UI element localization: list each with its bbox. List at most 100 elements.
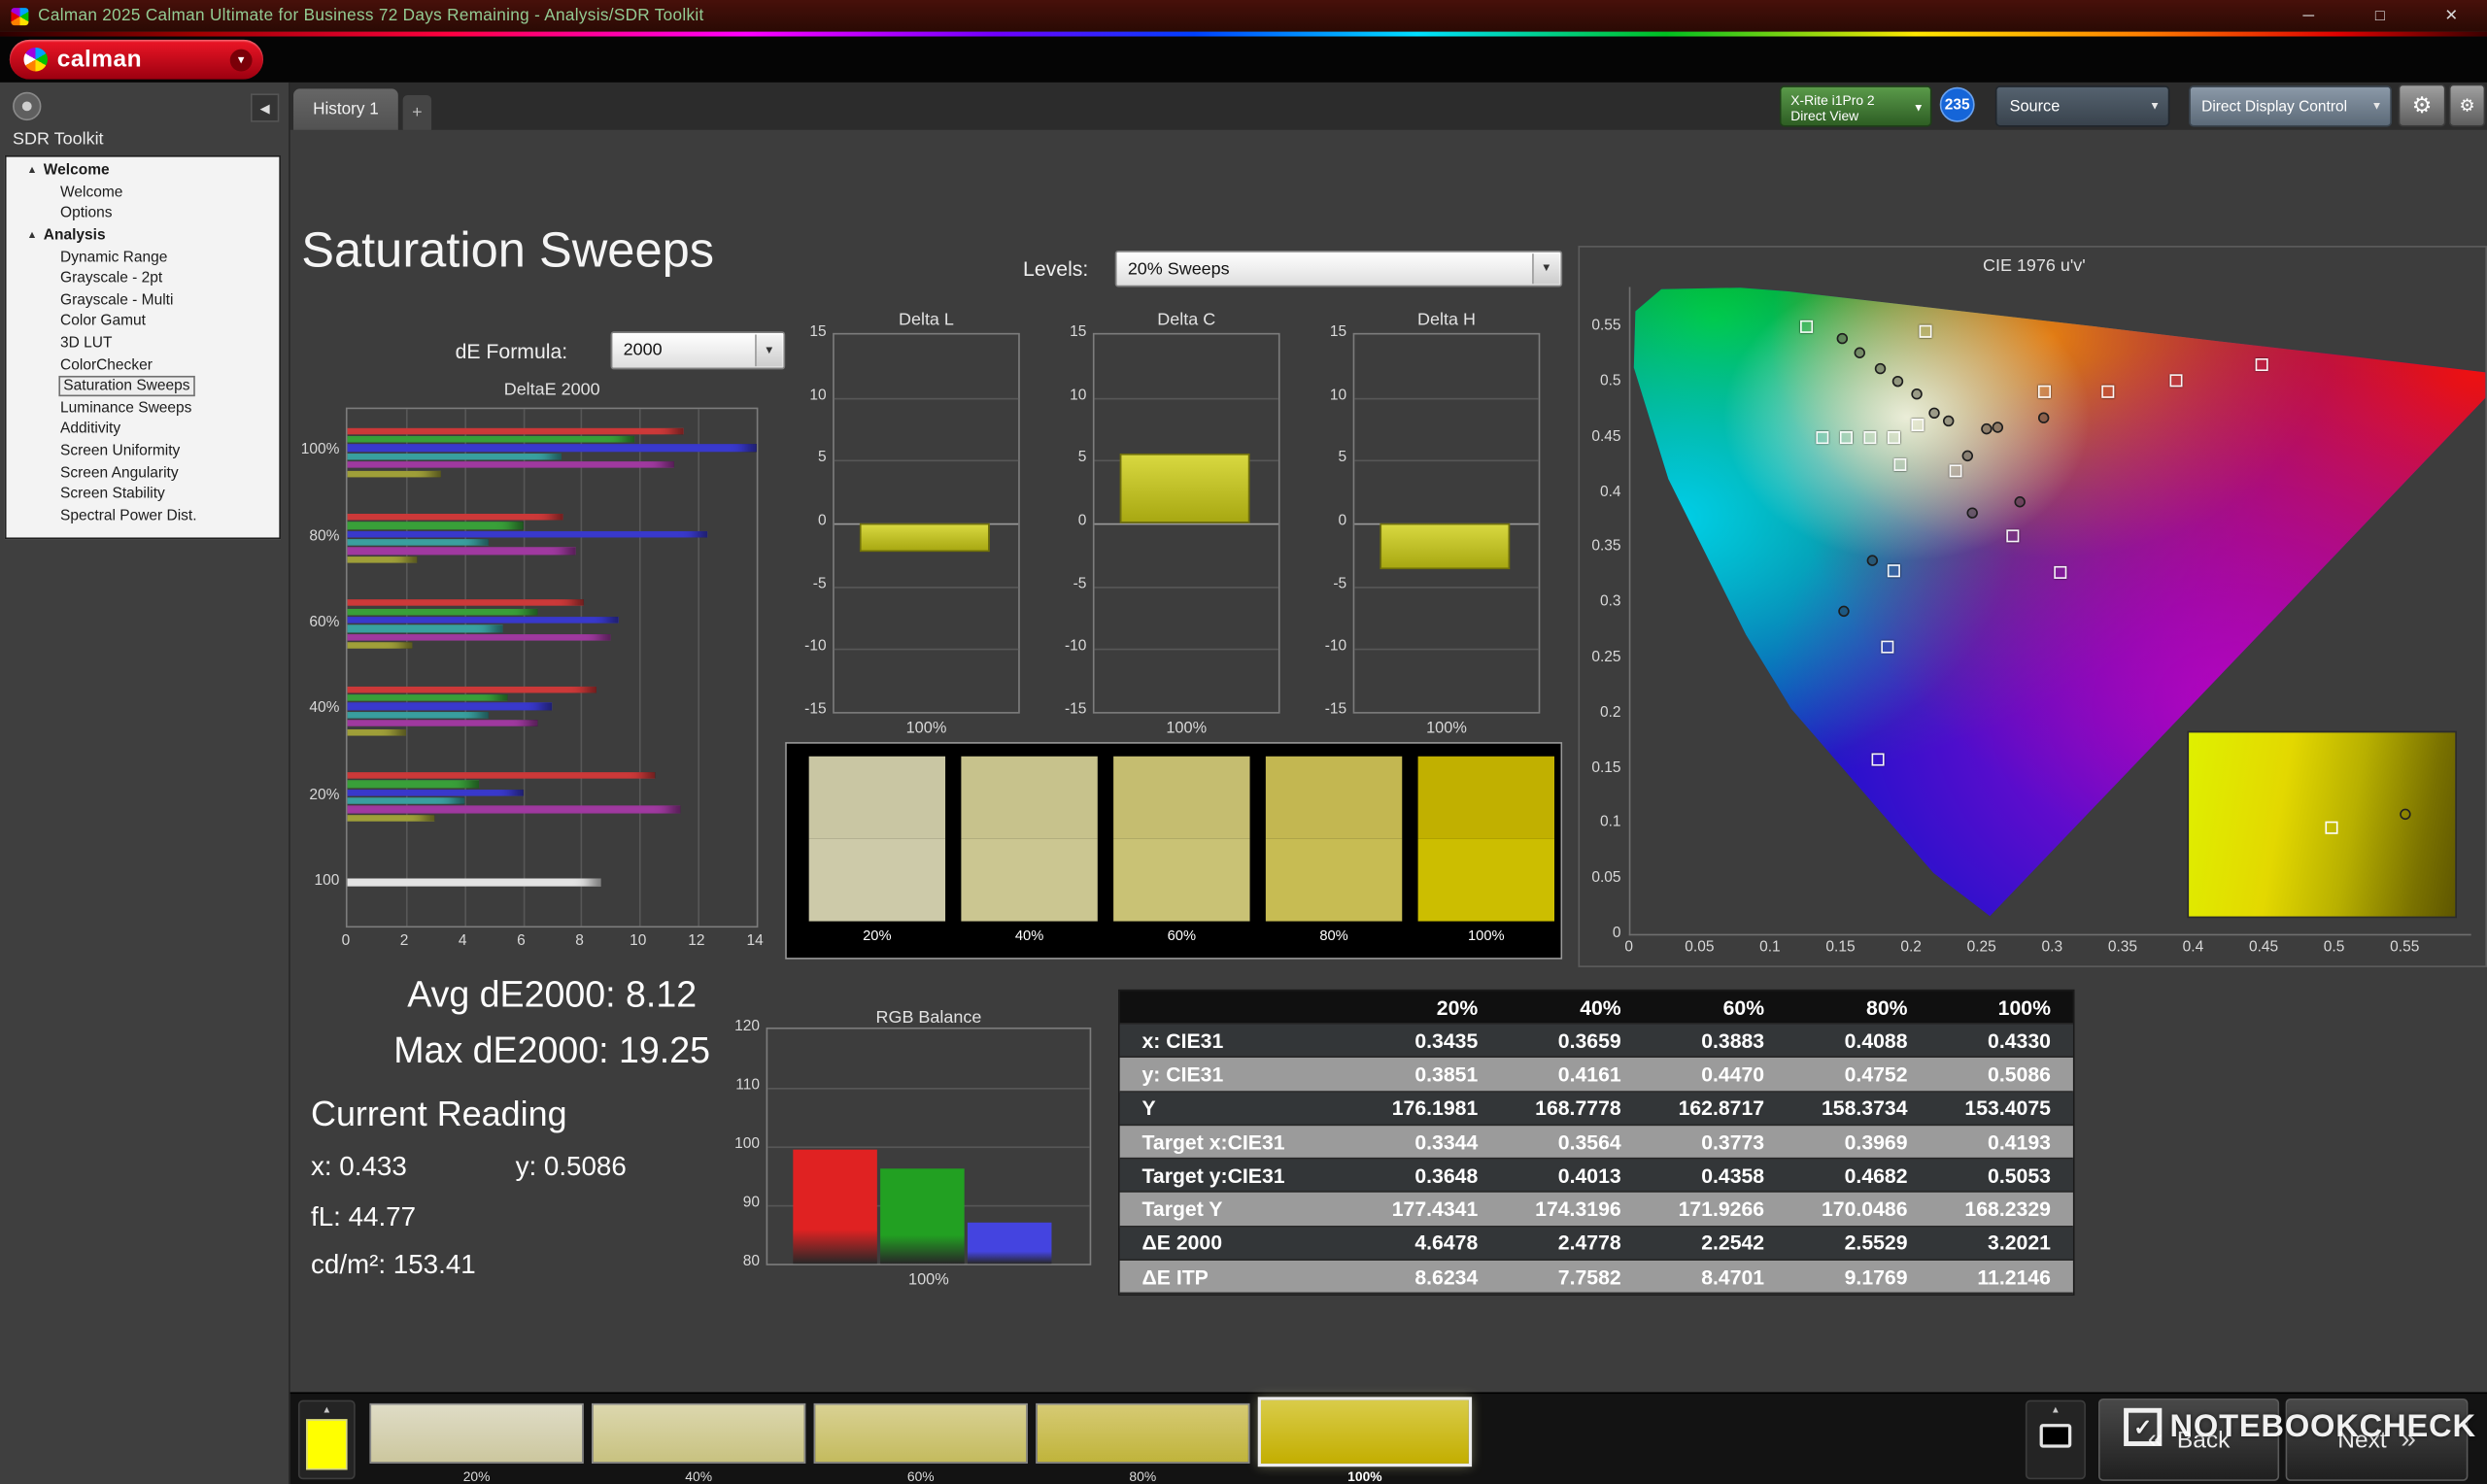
rgb-balance-chart: RGB Balance 120 110 100 90 80 100% [706,1008,1092,1289]
sidebar-item-dynamic-range-4[interactable]: Dynamic Range [7,247,280,268]
grid-line [834,459,1019,462]
cie-measured-point [1942,415,1954,427]
cie-measured-point [1911,388,1923,399]
swatch-actual [1417,756,1554,839]
meter-dropdown[interactable]: X-Rite i1Pro 2 Direct View ▼ [1779,85,1932,127]
levels-dropdown[interactable]: 20% Sweeps ▼ [1114,250,1563,287]
calman-logo-button[interactable]: calman ▾ [9,39,264,80]
next-button[interactable]: Next » [2285,1398,2469,1481]
deltae-chart-title: DeltaE 2000 [503,380,600,400]
sidebar-item-luminance-sweeps-11[interactable]: Luminance Sweeps [7,397,280,419]
table-cell: 0.3648 [1414,1164,1479,1188]
options-gear-button[interactable]: ⚙ [2448,84,2486,127]
add-tab-button[interactable]: + [402,94,432,130]
expander-icon[interactable]: ▲ [27,165,38,176]
cie-measured-point [1961,450,1973,462]
main-content: Saturation Sweeps dE Formula: 2000 ▼ Lev… [290,129,2487,1393]
deltae-bar [347,539,489,547]
cie-measured-point [1874,362,1886,374]
level-swatch-20[interactable] [369,1402,584,1464]
sidebar-item-grayscale-2pt-5[interactable]: Grayscale - 2pt [7,268,280,289]
chevron-up-icon: ▲ [2051,1405,2061,1416]
sidebar-item-screen-uniformity-13[interactable]: Screen Uniformity [7,440,280,461]
table-cell: 8.4701 [1701,1265,1765,1289]
maximize-button[interactable]: □ [2344,0,2415,32]
current-patch-button[interactable]: ▲ [297,1400,356,1480]
back-button[interactable]: « Back [2097,1398,2280,1481]
level-swatch-label: 60% [906,1467,935,1484]
delta-c-chart: Delta C 15 10 5 0 -5 -10 -15 100% [1042,311,1296,737]
cie-target-point [1863,430,1877,444]
sidebar-item-welcome-0[interactable]: ▲ Welcome [7,160,280,182]
chevron-down-icon: ▼ [1913,103,1925,115]
sidebar-item-screen-angularity-14[interactable]: Screen Angularity [7,462,280,484]
deltae-bar [347,797,464,805]
workflow-home-button[interactable] [13,91,42,121]
table-header-cell: 80% [1866,995,1908,1019]
cie-xtick: 0.55 [2390,938,2420,957]
display-pattern-button[interactable]: ▲ [2025,1400,2086,1480]
table-row-e-itp: ΔE ITP 8.6234 7.7582 8.4701 9.1769 11.2146 [1119,1261,2073,1295]
sidebar-item-color-gamut-7[interactable]: Color Gamut [7,311,280,332]
deltae-bar [347,878,602,888]
sidebar-item-analysis-3[interactable]: ▲ Analysis [7,224,280,246]
sidebar-item-spectral-power-dist-16[interactable]: Spectral Power Dist. [7,505,280,526]
swatch-label: 100% [1467,928,1505,944]
table-row-y: Y 176.1981 168.7778 162.8717 158.3734 153.407… [1119,1092,2073,1127]
minimize-button[interactable]: ─ [2273,0,2344,32]
deltae-ytick: 80% [309,526,340,545]
deltae-bar [347,633,611,641]
rgb-ytick: 110 [735,1076,761,1095]
source-dropdown[interactable]: Source ▼ [1994,85,2170,127]
deltae-xtick: 4 [458,931,467,950]
level-swatch-100[interactable] [1257,1397,1473,1467]
cie-xtick: 0.1 [1759,938,1781,957]
deltae-bar [347,616,620,624]
sidebar-item-3d-lut-8[interactable]: 3D LUT [7,332,280,354]
swatch-target [1265,838,1403,922]
cie-target-point [1800,320,1814,334]
deltae-bar [347,530,707,538]
sidebar-item-grayscale-multi-6[interactable]: Grayscale - Multi [7,289,280,311]
settings-gear-button[interactable]: ⚙ [2398,84,2446,127]
cie-target-point [1888,564,1901,578]
sidebar-item-saturation-sweeps-10[interactable]: Saturation Sweeps [7,376,280,397]
chevron-down-icon: ▼ [1532,253,1559,285]
level-swatch-60[interactable] [813,1402,1028,1464]
sidebar-item-additivity-12[interactable]: Additivity [7,419,280,440]
close-button[interactable]: ✕ [2416,0,2487,32]
table-cell: 2.5529 [1844,1231,1908,1256]
table-cell: 0.4013 [1557,1164,1621,1188]
deltae-plot [345,407,759,928]
cie-target-point [2256,357,2269,371]
delta-h-plot [1352,332,1541,714]
deltae-ytick: 100% [300,441,340,459]
delta-ytick: 5 [817,449,827,467]
tab-history-1[interactable]: History 1 [293,88,398,130]
sidebar-item-options-2[interactable]: Options [7,203,280,224]
tree-item-label: Saturation Sweeps [58,376,195,397]
de-formula-dropdown[interactable]: 2000 ▼ [610,331,786,370]
delta-l-chart: Delta L 15 10 5 0 -5 -10 -15 100% [782,311,1036,737]
level-swatch-label: 80% [1129,1467,1157,1484]
expander-icon[interactable]: ▲ [27,230,38,241]
sidebar-item-screen-stability-15[interactable]: Screen Stability [7,484,280,505]
cie-ytick: 0.1 [1599,814,1621,832]
display-control-dropdown[interactable]: Direct Display Control ▼ [2189,85,2393,127]
grid-line [1354,459,1539,462]
cie-xtick: 0.15 [1825,938,1856,957]
swatch-target [1113,838,1250,922]
rgb-ytick: 80 [742,1252,761,1270]
grid-line [767,1087,1090,1090]
level-swatch-40[interactable] [591,1402,806,1464]
delta-ytick: -5 [812,575,827,593]
sidebar-collapse-button[interactable]: ◀ [250,93,280,122]
level-swatch-80[interactable] [1036,1402,1250,1464]
table-cell: 9.1769 [1844,1265,1908,1289]
cie-ytick: 0 [1612,924,1621,942]
sidebar-item-welcome-1[interactable]: Welcome [7,182,280,203]
delta-ytick: -15 [1324,700,1347,719]
sidebar-item-colorchecker-9[interactable]: ColorChecker [7,354,280,376]
meter-count-badge: 235 [1939,86,1975,122]
chevron-left-icon: ◀ [259,100,270,116]
